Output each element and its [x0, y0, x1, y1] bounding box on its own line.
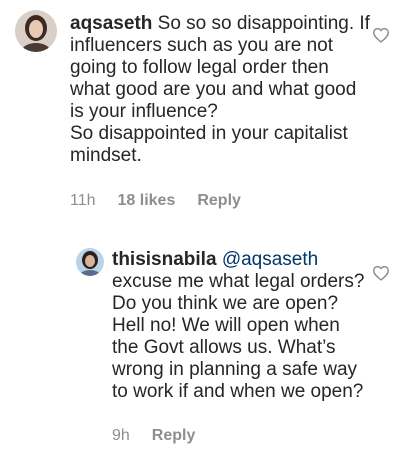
like-button[interactable] [372, 265, 390, 281]
profile-photo-icon [76, 248, 104, 276]
comment-meta: 11h 18 likes Reply [70, 192, 263, 210]
comment-username[interactable]: aqsaseth [70, 13, 152, 34]
comment-main-text: thisisnabila @aqsaseth excuse me what le… [112, 249, 370, 403]
profile-photo-icon [15, 10, 57, 52]
comment-like-count[interactable]: 18 likes [118, 192, 176, 210]
heart-outline-icon [372, 27, 389, 43]
avatar-thisisnabila[interactable] [76, 248, 104, 276]
comment-username[interactable]: thisisnabila [112, 249, 217, 270]
comment-body: thisisnabila @aqsaseth excuse me what le… [112, 249, 370, 403]
reply-button[interactable]: Reply [152, 427, 196, 445]
avatar-aqsaseth[interactable] [15, 10, 57, 52]
reply-button[interactable]: Reply [197, 192, 241, 210]
comment-timestamp: 11h [70, 192, 96, 209]
comment-text: excuse me what legal orders? Do you thin… [112, 271, 365, 402]
comment-meta: 9h Reply [112, 427, 217, 445]
comment-timestamp: 9h [112, 427, 130, 444]
mention-link[interactable]: @aqsaseth [222, 249, 318, 270]
comment-aqsaseth: aqsaseth So so so disappointing. If infl… [0, 0, 419, 230]
like-button[interactable] [372, 27, 390, 43]
heart-outline-icon [372, 265, 389, 281]
comment-main-text: aqsaseth So so so disappointing. If infl… [70, 13, 370, 123]
comment-second-text: So disappointed in your capitalist minds… [70, 123, 348, 166]
comment-body: aqsaseth So so so disappointing. If infl… [70, 13, 370, 167]
comment-thisisnabila: thisisnabila @aqsaseth excuse me what le… [0, 230, 419, 450]
